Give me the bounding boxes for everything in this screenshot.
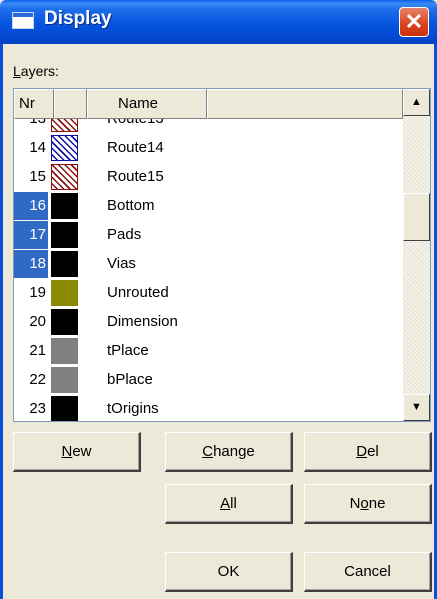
new-button[interactable]: New (13, 432, 141, 472)
layer-number: 13 (14, 119, 48, 133)
layer-number: 14 (29, 139, 46, 156)
layer-color-swatch (51, 222, 78, 248)
layer-number: 17 (14, 221, 48, 249)
column-header-name[interactable]: Name (87, 89, 207, 119)
layer-rows: 13 Route13 14 Route14 15 Route15 16 Bottom 17 Pad… (14, 119, 403, 421)
ok-button[interactable]: OK (165, 552, 293, 592)
del-button[interactable]: Del (304, 432, 432, 472)
layer-color-swatch (51, 396, 78, 421)
close-button[interactable]: ✕ (399, 7, 429, 37)
title-bar[interactable]: Display ✕ (0, 0, 437, 44)
change-button[interactable]: Change (165, 432, 293, 472)
layers-list[interactable]: Nr Name 13 Route13 14 Route14 15 Route15 16 Bot… (13, 88, 431, 422)
scroll-thumb[interactable] (403, 193, 430, 241)
scroll-up-button[interactable]: ▲ (403, 89, 430, 116)
cancel-button[interactable]: Cancel (304, 552, 432, 592)
layer-number: 21 (29, 342, 46, 359)
layer-name: Vias (107, 255, 136, 272)
window-icon (12, 12, 34, 29)
layer-number: 18 (14, 250, 48, 278)
layer-name: Route15 (107, 168, 164, 185)
layer-number: 23 (29, 400, 46, 417)
layer-color-swatch (51, 135, 78, 161)
layer-row[interactable]: 13 Route13 (14, 119, 403, 134)
layer-row[interactable]: 16 Bottom (14, 192, 403, 221)
layer-number: 15 (29, 168, 46, 185)
layer-color-swatch (51, 367, 78, 393)
window-border-left (0, 44, 3, 599)
layer-name: Unrouted (107, 284, 169, 301)
layer-name: tOrigins (107, 400, 159, 417)
layers-label: Layers: (13, 63, 59, 79)
layer-row[interactable]: 20 Dimension (14, 308, 403, 337)
layer-number: 16 (14, 192, 48, 220)
layer-row[interactable]: 14 Route14 (14, 134, 403, 163)
layer-name: bPlace (107, 371, 153, 388)
layer-name: Pads (107, 226, 142, 243)
layer-number: 20 (29, 313, 46, 330)
layer-row[interactable]: 18 Vias (14, 250, 403, 279)
layer-row[interactable]: 15 Route15 (14, 163, 403, 192)
layer-color-swatch (51, 280, 78, 306)
layer-name: Route13 (107, 119, 164, 133)
layer-color-swatch (51, 338, 78, 364)
scroll-down-button[interactable]: ▼ (403, 394, 430, 421)
window-title: Display (44, 8, 112, 29)
all-button[interactable]: All (165, 484, 293, 524)
layer-name: Bottom (107, 197, 155, 214)
column-header-nr[interactable]: Nr (14, 89, 54, 119)
none-button[interactable]: None (304, 484, 432, 524)
layer-name: Dimension (107, 313, 178, 330)
layer-name: Route14 (107, 139, 164, 156)
layer-color-swatch (51, 309, 78, 335)
layer-color-swatch (51, 251, 78, 277)
layer-color-swatch (51, 119, 78, 132)
layer-row[interactable]: 22 bPlace (14, 366, 403, 395)
layer-row[interactable]: 21 tPlace (14, 337, 403, 366)
layer-number: 22 (29, 371, 46, 388)
column-header-filler (207, 89, 403, 119)
layer-color-swatch (51, 164, 78, 190)
layer-name: tPlace (107, 342, 149, 359)
layer-row[interactable]: 23 tOrigins (14, 395, 403, 421)
layer-row[interactable]: 17 Pads (14, 221, 403, 250)
vertical-scrollbar[interactable]: ▲ ▼ (403, 89, 430, 421)
layer-row[interactable]: 19 Unrouted (14, 279, 403, 308)
column-header-color[interactable] (54, 89, 87, 119)
layer-color-swatch (51, 193, 78, 219)
layer-number: 19 (29, 284, 46, 301)
